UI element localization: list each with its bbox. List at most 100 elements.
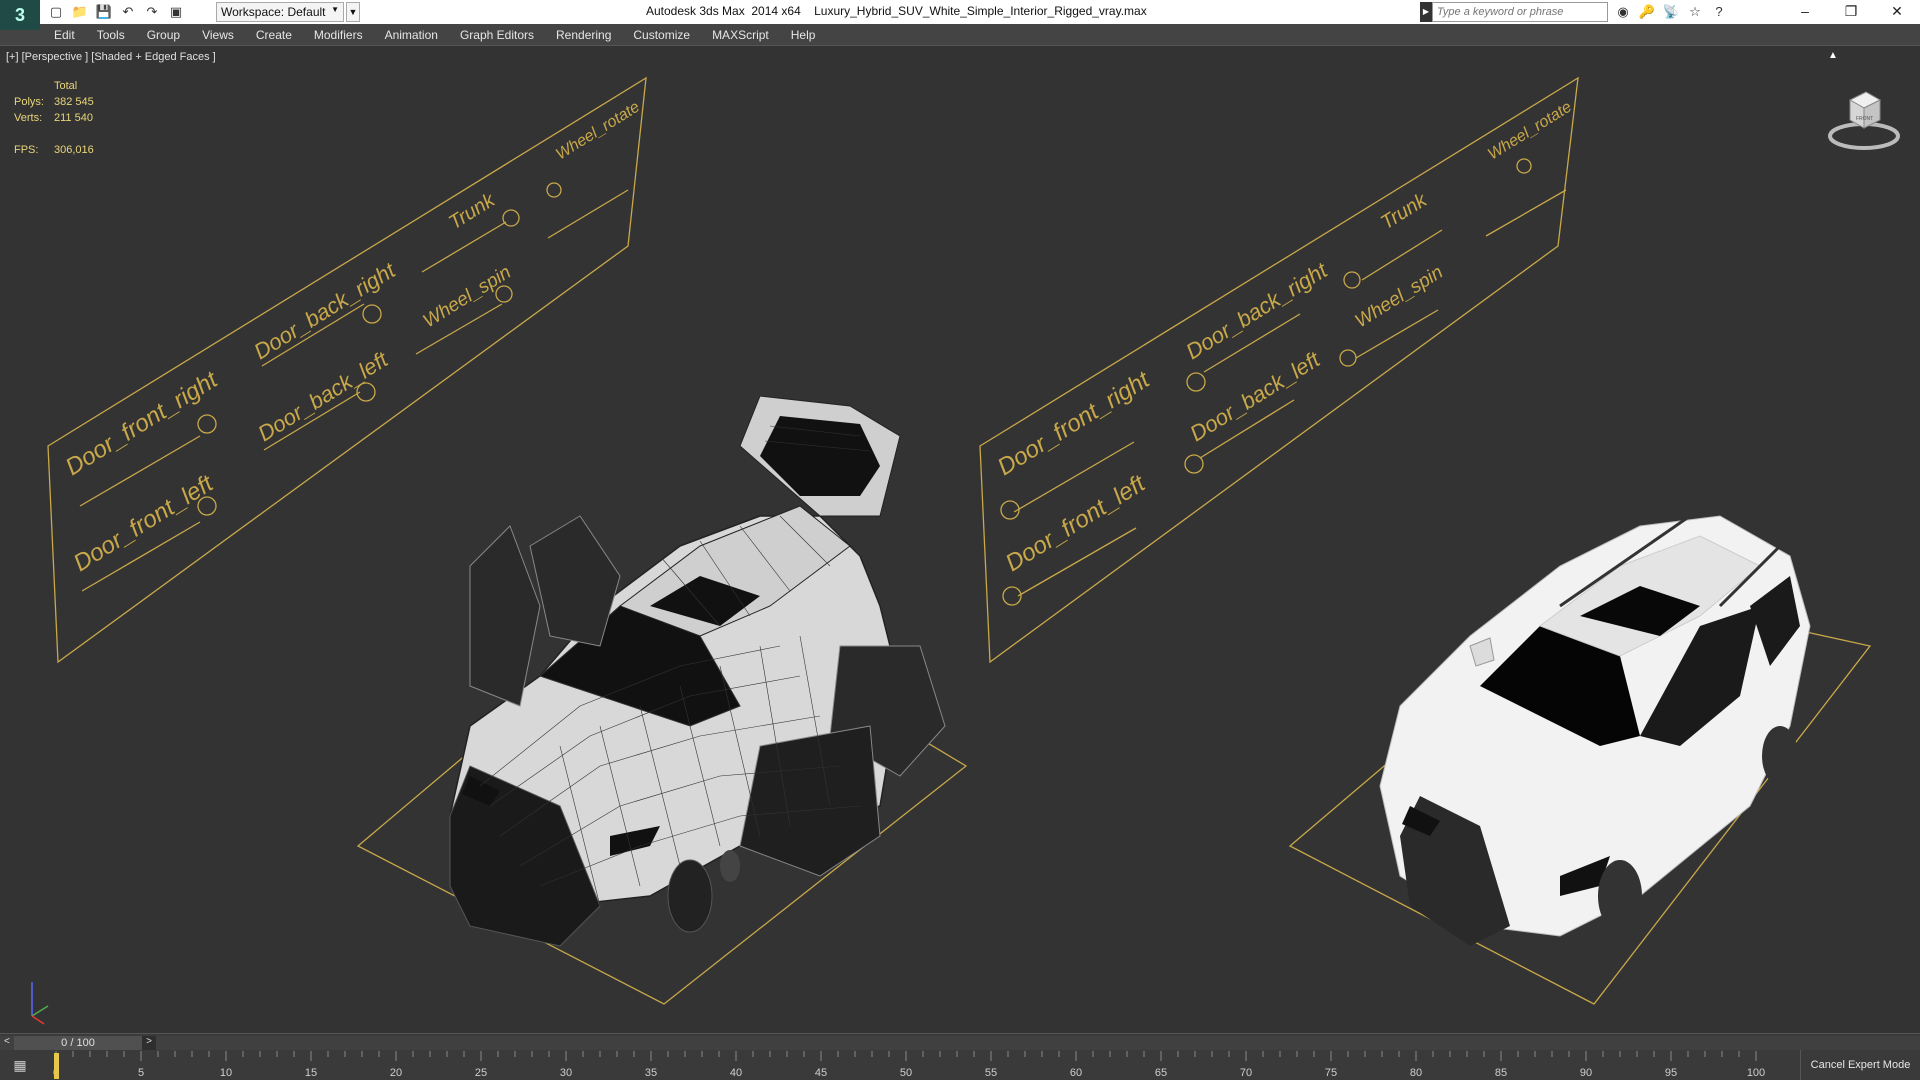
track-tick-label: 40 <box>730 1067 742 1079</box>
label-door-back-left-right: Door_back_left <box>1185 346 1324 446</box>
label-door-back-left-left: Door_back_left <box>253 346 392 446</box>
track-tick-label: 90 <box>1580 1067 1592 1079</box>
slider-handle-wheel-rotate-left[interactable] <box>546 182 562 198</box>
track-tick-label: 100 <box>1747 1067 1765 1079</box>
viewcube-face-label: FRONT <box>1856 116 1873 122</box>
viewport-label[interactable]: [+] [Perspective ] [Shaded + Edged Faces… <box>6 51 216 63</box>
time-slider-frame[interactable]: 0 / 100 <box>14 1036 142 1050</box>
menu-views[interactable]: Views <box>202 28 234 42</box>
slider-handle-trunk-left[interactable] <box>502 209 520 227</box>
window-controls: – ❐ ✕ <box>1782 0 1920 24</box>
menu-animation[interactable]: Animation <box>385 28 438 42</box>
next-frame-button[interactable]: > <box>142 1036 156 1050</box>
track-tick-label: 60 <box>1070 1067 1082 1079</box>
menu-graph-editors[interactable]: Graph Editors <box>460 28 534 42</box>
menu-help[interactable]: Help <box>791 28 816 42</box>
suv-shaded-model[interactable] <box>1379 514 1811 946</box>
maxscript-listener-icon[interactable]: ▦ <box>0 1050 40 1080</box>
favorites-star-icon[interactable]: ☆ <box>1686 3 1704 21</box>
label-wheel-spin-right: Wheel_spin <box>1352 262 1447 332</box>
polys-label: Polys: <box>14 96 44 108</box>
track-tick-label: 95 <box>1665 1067 1677 1079</box>
verts-value: 211 540 <box>54 112 93 124</box>
app-name: Autodesk 3ds Max 2014 x64 <box>646 4 801 18</box>
viewport-lock-icon[interactable]: ▲ <box>1828 50 1838 61</box>
track-tick-label: 20 <box>390 1067 402 1079</box>
close-button[interactable]: ✕ <box>1874 0 1920 24</box>
search-expand-icon[interactable]: ▶ <box>1420 2 1432 22</box>
window-title: Autodesk 3ds Max 2014 x64 Luxury_Hybrid_… <box>646 4 1147 18</box>
slider-handle-wheel-spin-right[interactable] <box>1339 349 1357 367</box>
infocenter-tools: ◉ 🔑 📡 ☆ ? <box>1614 2 1728 22</box>
viewcube-icon[interactable]: FRONT <box>1826 78 1902 154</box>
rig-labels-right: Door_front_right Door_front_left Door_ba… <box>993 98 1575 577</box>
track-tick-label: 25 <box>475 1067 487 1079</box>
label-trunk-right: Trunk <box>1377 189 1432 234</box>
workspace-label: Workspace: Default <box>221 5 326 19</box>
quick-access-toolbar: ▢ 📁 💾 ↶ ↷ ▣ <box>46 2 186 22</box>
slider-handle-door-front-right-left[interactable] <box>197 414 217 434</box>
slider-handle-wheel-rotate-right[interactable] <box>1516 158 1532 174</box>
menu-customize[interactable]: Customize <box>633 28 690 42</box>
app-menu-logo-button[interactable]: 3 <box>0 0 40 30</box>
menu-group[interactable]: Group <box>147 28 180 42</box>
track-tick-label: 10 <box>220 1067 232 1079</box>
track-tick-label: 5 <box>138 1067 144 1079</box>
perspective-viewport[interactable]: Door_front_right Door_front_left Door_ba… <box>0 46 1920 1033</box>
rig-labels-left: Door_front_right Door_front_left Door_ba… <box>61 98 643 577</box>
timeline-panel: < 0 / 100 > ▦ 05101520253035404550556065… <box>0 1033 1920 1080</box>
slider-handle-door-back-right-right[interactable] <box>1186 372 1206 392</box>
toolbar-overflow-button[interactable]: ▼ <box>346 2 360 22</box>
track-tick-label: 50 <box>900 1067 912 1079</box>
open-file-icon[interactable]: 📁 <box>70 3 90 21</box>
time-slider[interactable]: < 0 / 100 > <box>0 1036 1920 1050</box>
track-tick-label: 35 <box>645 1067 657 1079</box>
track-tick-label: 45 <box>815 1067 827 1079</box>
slider-track-wheel-rotate-right <box>1485 189 1567 237</box>
prev-frame-button[interactable]: < <box>4 1036 14 1050</box>
help-icon[interactable]: ? <box>1710 3 1728 21</box>
menu-edit[interactable]: Edit <box>54 28 75 42</box>
verts-label: Verts: <box>14 112 43 124</box>
track-tick-label: 30 <box>560 1067 572 1079</box>
title-bar: 3 ▢ 📁 💾 ↶ ↷ ▣ Workspace: Default ▼ ▼ Aut… <box>0 0 1920 30</box>
menu-create[interactable]: Create <box>256 28 292 42</box>
suv-wireframe-model[interactable] <box>449 395 946 947</box>
slider-track-wheel-rotate-left <box>547 189 629 239</box>
workspace-dropdown[interactable]: Workspace: Default ▼ <box>216 2 344 22</box>
save-file-icon[interactable]: 💾 <box>94 3 114 21</box>
track-tick-label: 80 <box>1410 1067 1422 1079</box>
polys-value: 382 545 <box>54 96 94 108</box>
fps-value: 306,016 <box>54 144 94 156</box>
stats-header: Total <box>54 80 78 92</box>
track-tick-label: 85 <box>1495 1067 1507 1079</box>
undo-icon[interactable]: ↶ <box>118 3 138 21</box>
new-file-icon[interactable]: ▢ <box>46 3 66 21</box>
menu-tools[interactable]: Tools <box>97 28 125 42</box>
subscription-key-icon[interactable]: 🔑 <box>1638 3 1656 21</box>
restore-button[interactable]: ❐ <box>1828 0 1874 24</box>
menu-maxscript[interactable]: MAXScript <box>712 28 769 42</box>
redo-icon[interactable]: ↷ <box>142 3 162 21</box>
slider-handle-door-back-left-right[interactable] <box>1184 454 1204 474</box>
menu-rendering[interactable]: Rendering <box>556 28 611 42</box>
menu-modifiers[interactable]: Modifiers <box>314 28 363 42</box>
slider-handle-door-back-right-left[interactable] <box>362 304 382 324</box>
track-tick-label: 15 <box>305 1067 317 1079</box>
track-tick-label: 65 <box>1155 1067 1167 1079</box>
slider-handle-trunk-right[interactable] <box>1343 271 1361 289</box>
chevron-down-icon: ▼ <box>331 5 339 14</box>
minimize-button[interactable]: – <box>1782 0 1828 24</box>
search-input[interactable] <box>1432 2 1608 22</box>
current-frame-marker[interactable] <box>54 1053 59 1079</box>
track-bar[interactable]: 0510152025303540455055606570758085909510… <box>46 1051 1794 1080</box>
project-folder-icon[interactable]: ▣ <box>166 3 186 21</box>
binoculars-icon[interactable]: ◉ <box>1614 3 1632 21</box>
track-tick-label: 75 <box>1325 1067 1337 1079</box>
infocenter-search: ▶ <box>1420 2 1612 22</box>
track-tick-label: 70 <box>1240 1067 1252 1079</box>
viewport-scene[interactable]: Door_front_right Door_front_left Door_ba… <box>0 46 1920 1033</box>
cancel-expert-mode-button[interactable]: Cancel Expert Mode <box>1800 1050 1920 1080</box>
communication-center-icon[interactable]: 📡 <box>1662 3 1680 21</box>
file-name: Luxury_Hybrid_SUV_White_Simple_Interior_… <box>814 4 1147 18</box>
